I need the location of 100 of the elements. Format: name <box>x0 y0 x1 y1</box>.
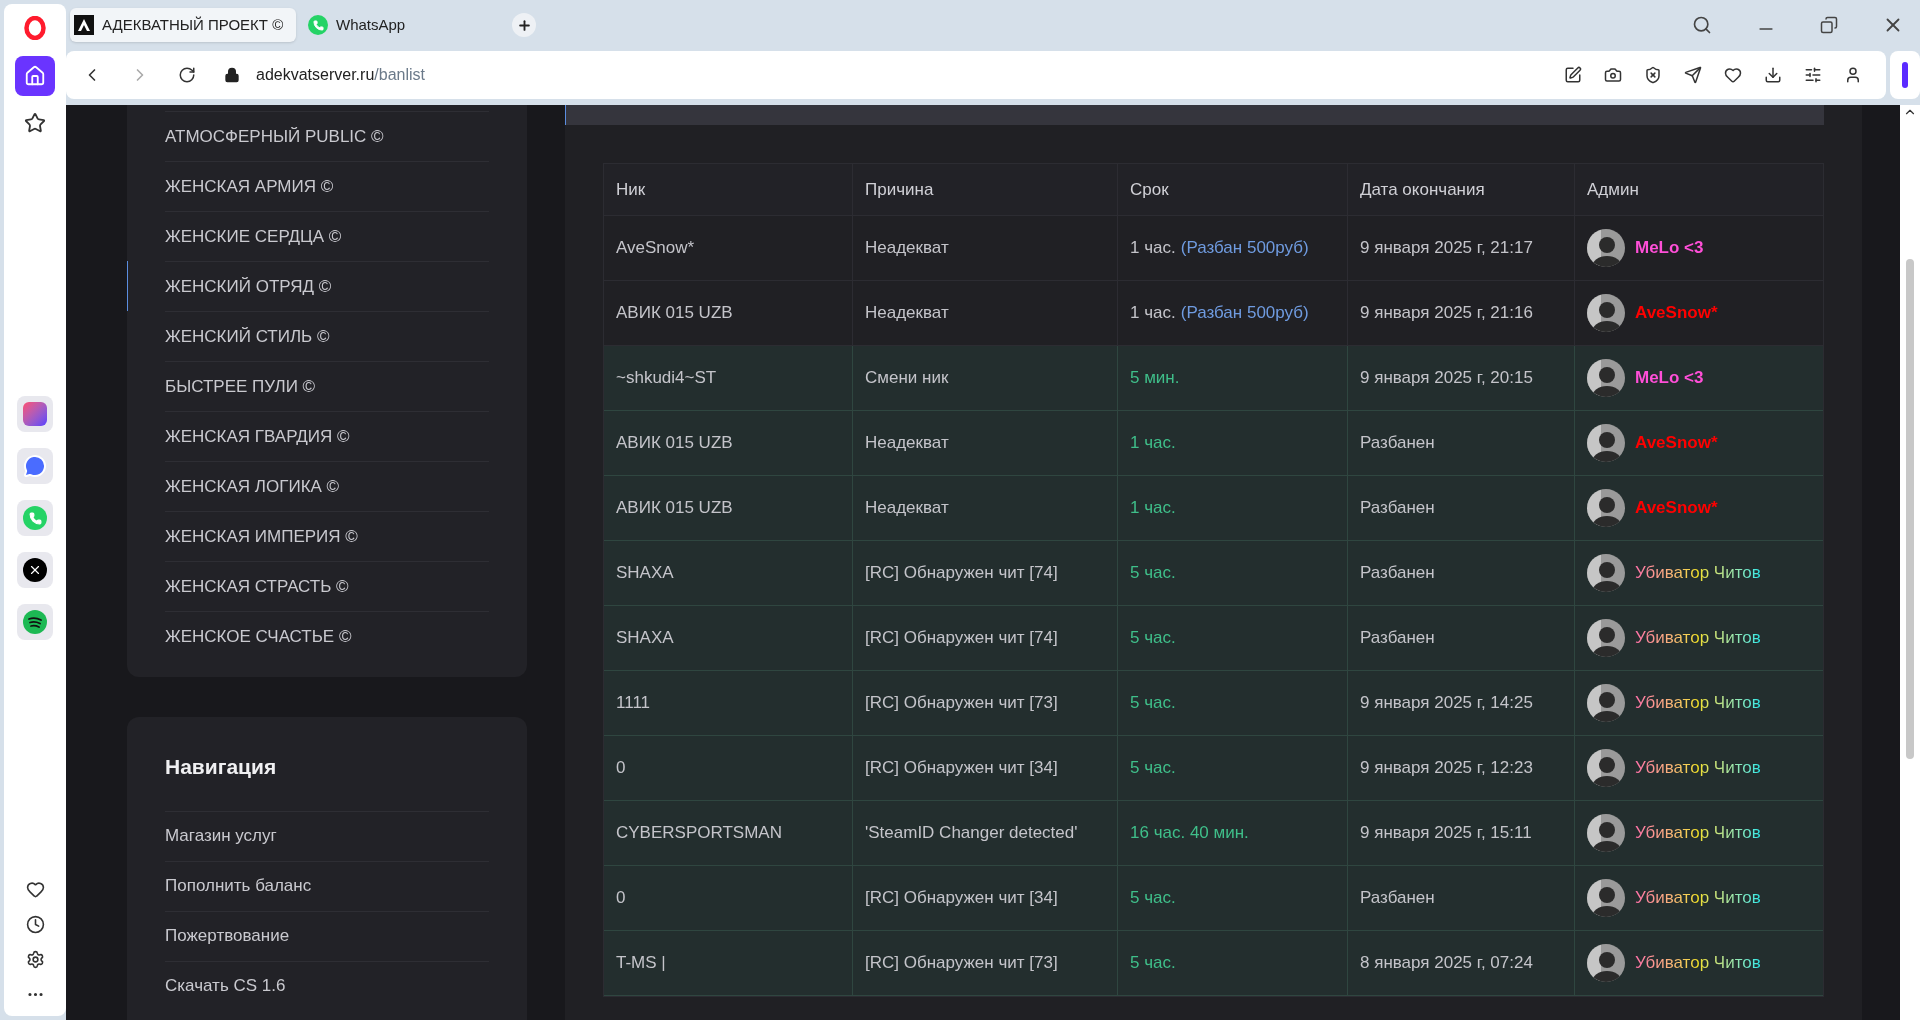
term-text: 5 мин. <box>1130 367 1180 390</box>
camera-icon[interactable] <box>1604 66 1622 84</box>
unban-link[interactable]: (Разбан 500руб) <box>1180 300 1309 326</box>
sidebar-toggle[interactable] <box>1902 62 1908 88</box>
server-link[interactable]: ЖЕНСКАЯ ИМПЕРИЯ © <box>127 511 489 561</box>
term-text: 16 час. 40 мин. <box>1130 822 1249 845</box>
heart-icon[interactable] <box>1724 66 1742 84</box>
admin-name[interactable]: MeLo <3 <box>1635 235 1704 261</box>
table-cell-text: SHAXA <box>615 627 675 650</box>
nav-link[interactable]: Скачать CS 1.6 <box>165 960 489 1011</box>
table-cell: 9 января 2025 г, 21:17 <box>1347 216 1574 280</box>
term-text: 5 час. <box>1130 887 1176 910</box>
opera-logo-icon[interactable] <box>24 16 46 40</box>
table-cell: 9 января 2025 г, 20:15 <box>1347 346 1574 410</box>
address-bar[interactable]: adekvatserver.ru/banlist <box>66 51 1886 99</box>
server-link[interactable]: ЖЕНСКАЯ ЛОГИКА © <box>127 461 489 511</box>
nav-link[interactable]: Пожертвование <box>165 910 489 961</box>
table-cell-text: АВИК 015 UZB <box>615 497 734 520</box>
table-cell: 8 января 2025 г, 07:24 <box>1347 931 1574 995</box>
home-icon[interactable] <box>15 56 55 96</box>
restore-icon[interactable] <box>1820 16 1838 34</box>
table-cell: Неадекват <box>852 411 1117 475</box>
table-cell-text: 0 <box>615 887 627 910</box>
server-link[interactable]: ЖЕНСКАЯ СТРАСТЬ © <box>127 561 489 611</box>
admin-name[interactable]: AveSnow* <box>1635 300 1718 326</box>
triangle-app-icon[interactable] <box>17 396 53 432</box>
nav-link[interactable]: Пополнить баланс <box>165 860 489 911</box>
user-icon[interactable] <box>1844 66 1862 84</box>
term-text: 5 час. <box>1130 952 1176 975</box>
table-cell: [RC] Обнаружен чит [73] <box>852 671 1117 735</box>
url-text[interactable]: adekvatserver.ru/banlist <box>256 63 425 87</box>
search-icon[interactable] <box>1692 15 1712 35</box>
nav-link[interactable]: Магазин услуг <box>165 810 489 861</box>
plus-icon <box>516 17 532 33</box>
table-cell: 9 января 2025 г, 15:11 <box>1347 801 1574 865</box>
server-link[interactable]: ЖЕНСКИЕ СЕРДЦА © <box>127 211 489 261</box>
term-text: 5 час. <box>1130 757 1176 780</box>
server-link[interactable]: ЖЕНСКИЙ СТИЛЬ © <box>127 311 489 361</box>
table-cell: Смени ник <box>852 346 1117 410</box>
table-cell-text: SHAXA <box>615 562 675 585</box>
table-cell-text: T-MS | <box>615 952 667 975</box>
column-header: Ник <box>615 178 647 201</box>
table-cell: Разбанен <box>1347 541 1574 605</box>
chat-bubble-icon[interactable] <box>17 448 53 484</box>
table-cell-text: АВИК 015 UZB <box>615 432 734 455</box>
send-icon[interactable] <box>1684 66 1702 84</box>
download-icon[interactable] <box>1764 66 1782 84</box>
new-tab-button[interactable] <box>512 13 536 37</box>
admin-name[interactable]: AveSnow* <box>1635 495 1718 521</box>
table-cell: Разбанен <box>1347 866 1574 930</box>
table-cell: [RC] Обнаружен чит [73] <box>852 931 1117 995</box>
server-link[interactable]: ЖЕНСКАЯ АРМИЯ © <box>127 161 489 211</box>
column-header: Причина <box>852 164 1117 215</box>
table-cell: [RC] Обнаружен чит [34] <box>852 866 1117 930</box>
sound-waves-icon[interactable] <box>17 604 53 640</box>
table-cell: [RC] Обнаружен чит [74] <box>852 541 1117 605</box>
admin-name[interactable]: AveSnow* <box>1635 430 1718 456</box>
server-link[interactable]: ЖЕНСКОЕ СЧАСТЬЕ © <box>127 611 489 661</box>
heart-icon[interactable] <box>25 880 45 899</box>
term-text: 1 час. <box>1130 237 1176 260</box>
server-link[interactable]: АТМОСФЕРНЫЙ PUBLIC © <box>127 111 489 161</box>
term-text: 1 час. <box>1130 302 1176 325</box>
server-link[interactable]: БЫСТРЕЕ ПУЛИ © <box>127 361 489 411</box>
table-cell-text: 0 <box>615 757 627 780</box>
unban-link[interactable]: (Разбан 500руб) <box>1180 235 1309 261</box>
table-cell: Неадекват <box>852 281 1117 345</box>
browser-tab[interactable]: WhatsApp <box>304 8 504 42</box>
star-icon[interactable] <box>24 112 46 134</box>
table-cell-text: АВИК 015 UZB <box>615 302 734 325</box>
admin-name[interactable]: MeLo <3 <box>1635 365 1704 391</box>
shield-icon[interactable] <box>1644 66 1662 84</box>
column-header: Дата окончания <box>1347 164 1574 215</box>
cross-icon[interactable] <box>17 552 53 588</box>
term-text: 5 час. <box>1130 692 1176 715</box>
panel-title: Навигация <box>165 754 278 780</box>
sliders-icon[interactable] <box>1804 66 1822 84</box>
table-cell: Разбанен <box>1347 411 1574 475</box>
lock-icon <box>224 67 240 83</box>
term-text: 5 час. <box>1130 562 1176 585</box>
table-cell: 9 января 2025 г, 12:23 <box>1347 736 1574 800</box>
table-cell-text: ~shkudi4~ST <box>615 367 718 390</box>
reload-icon[interactable] <box>178 66 196 84</box>
edit-icon[interactable] <box>1564 66 1582 84</box>
clock-icon[interactable] <box>25 915 45 934</box>
table-cell-text: 1111 <box>615 692 652 715</box>
server-link[interactable]: ЖЕНСКИЙ ОТРЯД © <box>127 261 489 311</box>
browser-tab[interactable]: АДЕКВАТНЫЙ ПРОЕКТ © <box>70 8 296 42</box>
scrollbar[interactable] <box>1900 105 1920 1020</box>
term-text: 5 час. <box>1130 627 1176 650</box>
scrollbar-thumb[interactable] <box>1906 259 1914 759</box>
term-text: 1 час. <box>1130 432 1176 455</box>
triangle-logo-icon <box>74 15 94 35</box>
table-cell: 9 января 2025 г, 21:16 <box>1347 281 1574 345</box>
table-cell: Неадекват <box>852 476 1117 540</box>
table-cell-text: AveSnow* <box>615 237 696 260</box>
server-link[interactable]: ЖЕНСКАЯ ГВАРДИЯ © <box>127 411 489 461</box>
column-header: Срок <box>1117 164 1347 215</box>
settings-icon[interactable] <box>25 950 45 969</box>
table-cell-text: CYBERSPORTSMAN <box>615 822 783 845</box>
table-cell: Неадекват <box>852 216 1117 280</box>
